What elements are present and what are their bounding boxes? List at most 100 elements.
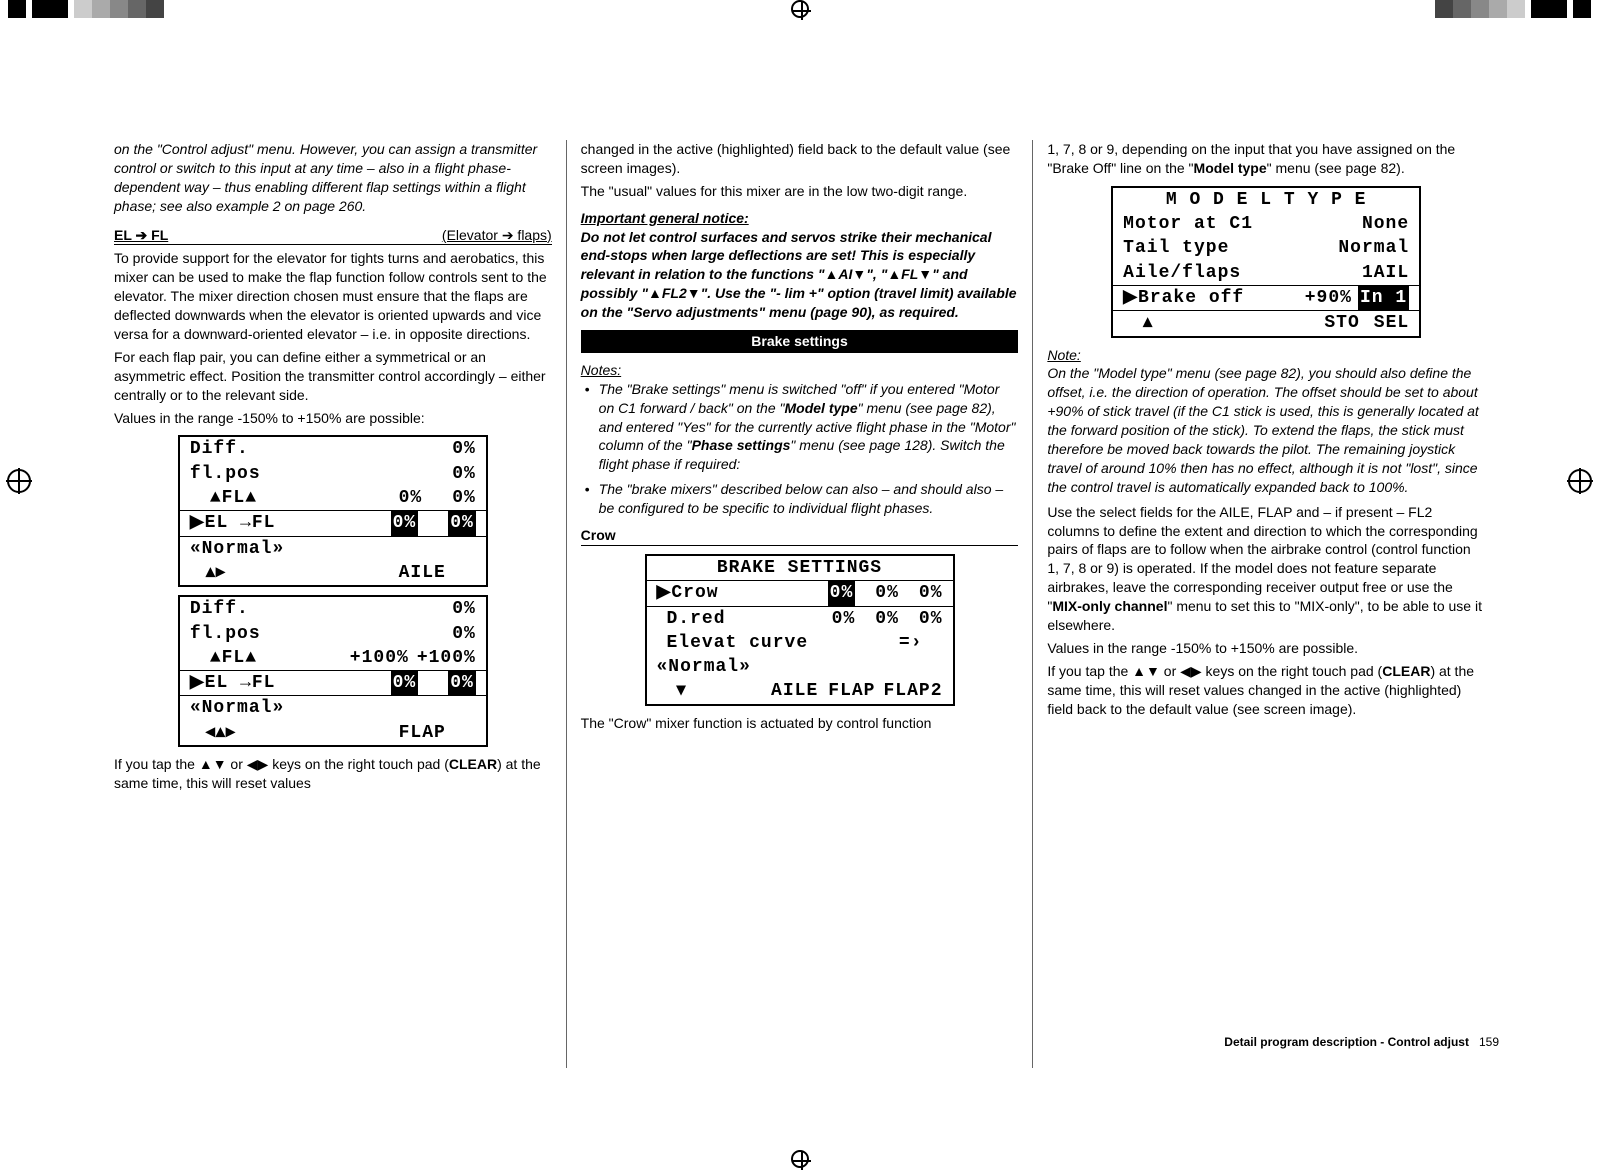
lcd-value: 0% xyxy=(452,486,476,510)
page-number: 159 xyxy=(1479,1035,1499,1049)
lcd-screen-modeltype: M O D E L T Y P E Motor at C1 None Tail t… xyxy=(1111,186,1421,338)
notice-heading: Important general notice: xyxy=(581,209,1019,228)
lcd-label: Aile/flaps xyxy=(1123,261,1241,285)
side-crosshair-left xyxy=(6,468,32,494)
registration-marks-bottom xyxy=(0,1150,1599,1168)
text-run: If you tap the ▲▼ or ◀▶ keys on the righ… xyxy=(114,756,449,772)
lcd-footer: FLAP xyxy=(399,721,446,745)
lcd-label: Diff. xyxy=(190,437,249,461)
lcd-label: D.red xyxy=(657,607,726,631)
text-run: On the "Model type" menu (see page 82), … xyxy=(1047,365,1478,494)
lcd-value: 0% xyxy=(452,437,476,461)
lcd-value: +90% xyxy=(1305,286,1352,310)
lcd-label: ▶EL →FL xyxy=(190,511,276,535)
note-bullet: The "brake mixers" described below can a… xyxy=(581,480,1019,518)
lcd-screen-brake: BRAKE SETTINGS ▶Crow0%0%0% D.red0%0%0% E… xyxy=(645,554,955,706)
body-text: Values in the range -150% to +150% are p… xyxy=(1047,639,1485,658)
lcd-footer: SEL xyxy=(1374,311,1409,335)
lcd-footer: AILE xyxy=(399,561,446,585)
text-bold: CLEAR xyxy=(1382,663,1430,679)
mixer-heading: EL ➔ FL (Elevator ➔ flaps) xyxy=(114,226,552,246)
page: on the "Control adjust" menu. However, y… xyxy=(0,0,1599,1168)
text-run: " menu (see page 82). xyxy=(1267,160,1405,176)
column-1: on the "Control adjust" menu. However, y… xyxy=(100,140,566,1068)
lcd-label: ▲FL▲ xyxy=(190,646,257,670)
notice-body: Do not let control surfaces and servos s… xyxy=(581,228,1019,322)
notes-heading: Notes: xyxy=(581,361,1019,380)
lcd-value: +100% xyxy=(417,646,476,670)
footer-title: Detail program description - Control adj… xyxy=(1224,1035,1469,1049)
crosshair-icon xyxy=(791,0,809,18)
lcd-value: 0% xyxy=(875,607,899,631)
lcd-value: 0% xyxy=(452,622,476,646)
body-text: The "Crow" mixer function is actuated by… xyxy=(581,714,1019,733)
lcd-value: Normal xyxy=(1338,236,1409,260)
body-text: Values in the range -150% to +150% are p… xyxy=(114,409,552,428)
nav-arrows-icon: ▾ xyxy=(657,679,687,703)
lcd-value: 0% xyxy=(448,671,476,695)
lcd-value: 0% xyxy=(919,607,943,631)
lcd-label: Elevat curve xyxy=(657,631,809,655)
lcd-footer: FLAP2 xyxy=(883,679,942,703)
nav-arrows-icon: ▴▸ xyxy=(190,561,226,585)
lcd-value: 0% xyxy=(448,511,476,535)
lcd-phase: «Normal» xyxy=(190,696,284,720)
lcd-label: ▶EL →FL xyxy=(190,671,276,695)
lcd-value: 0% xyxy=(828,581,856,605)
lcd-label: Tail type xyxy=(1123,236,1229,260)
lcd-footer: FLAP xyxy=(828,679,875,703)
mixer-right: (Elevator ➔ flaps) xyxy=(442,226,552,245)
lcd-value: In 1 xyxy=(1358,286,1409,310)
note-body: On the "Model type" menu (see page 82), … xyxy=(1047,364,1485,496)
lcd-label: Diff. xyxy=(190,597,249,621)
mixer-left: EL ➔ FL xyxy=(114,226,168,245)
lcd-label: fl.pos xyxy=(190,622,261,646)
lcd-title: BRAKE SETTINGS xyxy=(717,556,882,580)
lcd-title: M O D E L T Y P E xyxy=(1166,188,1367,212)
text-bold: CLEAR xyxy=(449,756,497,772)
body-text: The "usual" values for this mixer are in… xyxy=(581,182,1019,201)
lcd-value: 0% xyxy=(391,511,419,535)
brake-settings-bar: Brake settings xyxy=(581,330,1019,353)
lcd-value: 0% xyxy=(875,581,899,605)
column-2: changed in the active (highlighted) fiel… xyxy=(566,140,1033,1068)
body-text: If you tap the ▲▼ or ◀▶ keys on the righ… xyxy=(1047,662,1485,719)
body-text: 1, 7, 8 or 9, depending on the input tha… xyxy=(1047,140,1485,178)
crosshair-icon xyxy=(791,1150,809,1168)
intro-text: on the "Control adjust" menu. However, y… xyxy=(114,140,552,216)
lcd-value: 0% xyxy=(919,581,943,605)
nav-arrows-icon: ◂▴▸ xyxy=(190,721,236,745)
page-footer: Detail program description - Control adj… xyxy=(1224,1034,1499,1050)
note-bullet: The "Brake settings" menu is switched "o… xyxy=(581,380,1019,474)
body-text: Use the select fields for the AILE, FLAP… xyxy=(1047,503,1485,635)
lcd-value: 0% xyxy=(391,671,419,695)
lcd-label: ▲FL▲ xyxy=(190,486,257,510)
text-bold: Phase settings xyxy=(692,437,791,453)
note-heading: Note: xyxy=(1047,346,1485,365)
crow-heading: Crow xyxy=(581,527,616,543)
lcd-value: 0% xyxy=(452,597,476,621)
lcd-value: None xyxy=(1362,212,1409,236)
lcd-label: Motor at C1 xyxy=(1123,212,1253,236)
body-text: To provide support for the elevator for … xyxy=(114,249,552,343)
content-area: on the "Control adjust" menu. However, y… xyxy=(100,140,1499,1068)
lcd-value: 0% xyxy=(832,607,856,631)
lcd-footer: AILE xyxy=(771,679,818,703)
lcd-value: 1AIL xyxy=(1362,261,1409,285)
column-3: 1, 7, 8 or 9, depending on the input tha… xyxy=(1032,140,1499,1068)
lcd-label: ▶Crow xyxy=(657,581,719,605)
body-text: changed in the active (highlighted) fiel… xyxy=(581,140,1019,178)
body-text: For each flap pair, you can define eithe… xyxy=(114,348,552,405)
text-bold: Model type xyxy=(1194,160,1267,176)
lcd-value: 0% xyxy=(399,486,423,510)
lcd-label: ▶Brake off xyxy=(1123,286,1244,310)
nav-arrows-icon: ▴ xyxy=(1123,311,1153,335)
text-run: If you tap the ▲▼ or ◀▶ keys on the righ… xyxy=(1047,663,1382,679)
side-crosshair-right xyxy=(1567,468,1593,494)
lcd-label: fl.pos xyxy=(190,462,261,486)
lcd-phase: «Normal» xyxy=(657,655,751,679)
text-bold: Model type xyxy=(785,400,858,416)
lcd-screen-2: Diff. 0% fl.pos 0% ▲FL▲ +100% +100% ▶EL →FL 0… xyxy=(178,595,488,747)
body-text: If you tap the ▲▼ or ◀▶ keys on the righ… xyxy=(114,755,552,793)
lcd-value: +100% xyxy=(350,646,409,670)
